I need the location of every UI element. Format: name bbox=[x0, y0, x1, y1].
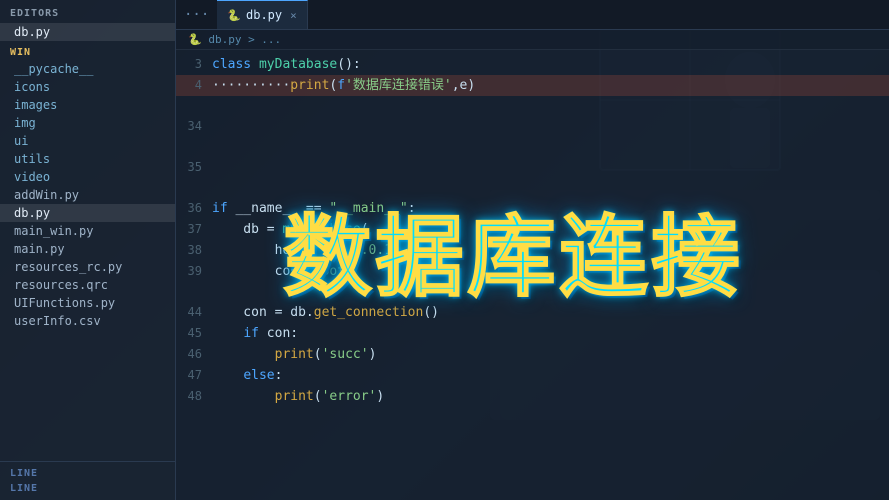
code-line-34: 34 bbox=[176, 116, 889, 137]
tab-label: db.py bbox=[246, 8, 282, 22]
sidebar-item-icons[interactable]: icons bbox=[0, 78, 175, 96]
line-content-45: if con: bbox=[212, 324, 889, 344]
status-line-2: LINE bbox=[0, 481, 175, 496]
line-num-45: 45 bbox=[176, 323, 212, 343]
line-num-39: 39 bbox=[176, 261, 212, 281]
sidebar-item-dbpy-editors[interactable]: db.py bbox=[0, 23, 175, 41]
line-num-34: 34 bbox=[176, 116, 212, 136]
code-line-45: 45 if con: bbox=[176, 323, 889, 344]
line-content-47: else: bbox=[212, 366, 889, 386]
sidebar-item-img[interactable]: img bbox=[0, 114, 175, 132]
sidebar-item-ui[interactable]: ui bbox=[0, 132, 175, 150]
breadcrumb: 🐍 db.py > ... bbox=[176, 30, 889, 50]
sidebar-item-addwinpy[interactable]: addWin.py bbox=[0, 186, 175, 204]
code-line-46: 46 print('succ') bbox=[176, 344, 889, 365]
line-num-4: 4 bbox=[176, 75, 212, 95]
sidebar-item-mainpy[interactable]: main.py bbox=[0, 240, 175, 258]
sidebar-item-video[interactable]: video bbox=[0, 168, 175, 186]
editors-label: EDITORS bbox=[0, 0, 175, 23]
line-content-blank2 bbox=[212, 137, 889, 157]
sidebar-item-uifunctions[interactable]: UIFunctions.py bbox=[0, 294, 175, 312]
line-content-blank1 bbox=[212, 96, 889, 116]
line-num-38: 38 bbox=[176, 240, 212, 260]
code-line-4: 4 ··········print(f'数据库连接错误',e) bbox=[176, 75, 889, 96]
sidebar-item-mainwinpy[interactable]: main_win.py bbox=[0, 222, 175, 240]
line-num-37: 37 bbox=[176, 219, 212, 239]
status-line-1: LINE bbox=[0, 466, 175, 481]
sidebar-item-images[interactable]: images bbox=[0, 96, 175, 114]
code-line-48: 48 print('error') bbox=[176, 386, 889, 407]
tab-close-icon[interactable]: × bbox=[290, 9, 297, 22]
sidebar-bottom: LINE LINE bbox=[0, 461, 175, 500]
code-line-3: 3 class myDatabase(): bbox=[176, 54, 889, 75]
line-num-46: 46 bbox=[176, 344, 212, 364]
sidebar-item-dbpy[interactable]: db.py bbox=[0, 204, 175, 222]
line-num-36: 36 bbox=[176, 198, 212, 218]
sidebar-item-utils[interactable]: utils bbox=[0, 150, 175, 168]
line-content-3: class myDatabase(): bbox=[212, 55, 889, 75]
breadcrumb-icon: 🐍 bbox=[188, 33, 208, 46]
line-content-34 bbox=[212, 117, 889, 137]
sidebar-item-pycache[interactable]: __pycache__ bbox=[0, 60, 175, 78]
line-content-48: print('error') bbox=[212, 387, 889, 407]
code-line-blank2 bbox=[176, 137, 889, 157]
python-icon: 🐍 bbox=[227, 9, 241, 22]
line-num-48: 48 bbox=[176, 386, 212, 406]
line-num-44: 44 bbox=[176, 302, 212, 322]
line-content-35 bbox=[212, 158, 889, 178]
line-num-47: 47 bbox=[176, 365, 212, 385]
line-num-35: 35 bbox=[176, 157, 212, 177]
overlay-title: 数据库连接 bbox=[283, 187, 743, 314]
line-content-4: ··········print(f'数据库连接错误',e) bbox=[212, 76, 889, 96]
tab-dbpy[interactable]: 🐍 db.py × bbox=[217, 0, 307, 29]
code-line-47: 47 else: bbox=[176, 365, 889, 386]
code-line-35: 35 bbox=[176, 157, 889, 178]
tab-more[interactable]: ··· bbox=[176, 7, 217, 23]
sidebar-item-userinfo[interactable]: userInfo.csv bbox=[0, 312, 175, 330]
sidebar-item-resourcesqrc[interactable]: resources.qrc bbox=[0, 276, 175, 294]
line-content-46: print('succ') bbox=[212, 345, 889, 365]
tab-bar: ··· 🐍 db.py × bbox=[176, 0, 889, 30]
win-label: WIN bbox=[0, 41, 175, 60]
breadcrumb-path: db.py > ... bbox=[208, 33, 281, 46]
code-line-blank1 bbox=[176, 96, 889, 116]
line-num-3: 3 bbox=[176, 54, 212, 74]
sidebar-item-resourcesrcpy[interactable]: resources_rc.py bbox=[0, 258, 175, 276]
sidebar: EDITORS db.py WIN __pycache__ icons imag… bbox=[0, 0, 176, 500]
